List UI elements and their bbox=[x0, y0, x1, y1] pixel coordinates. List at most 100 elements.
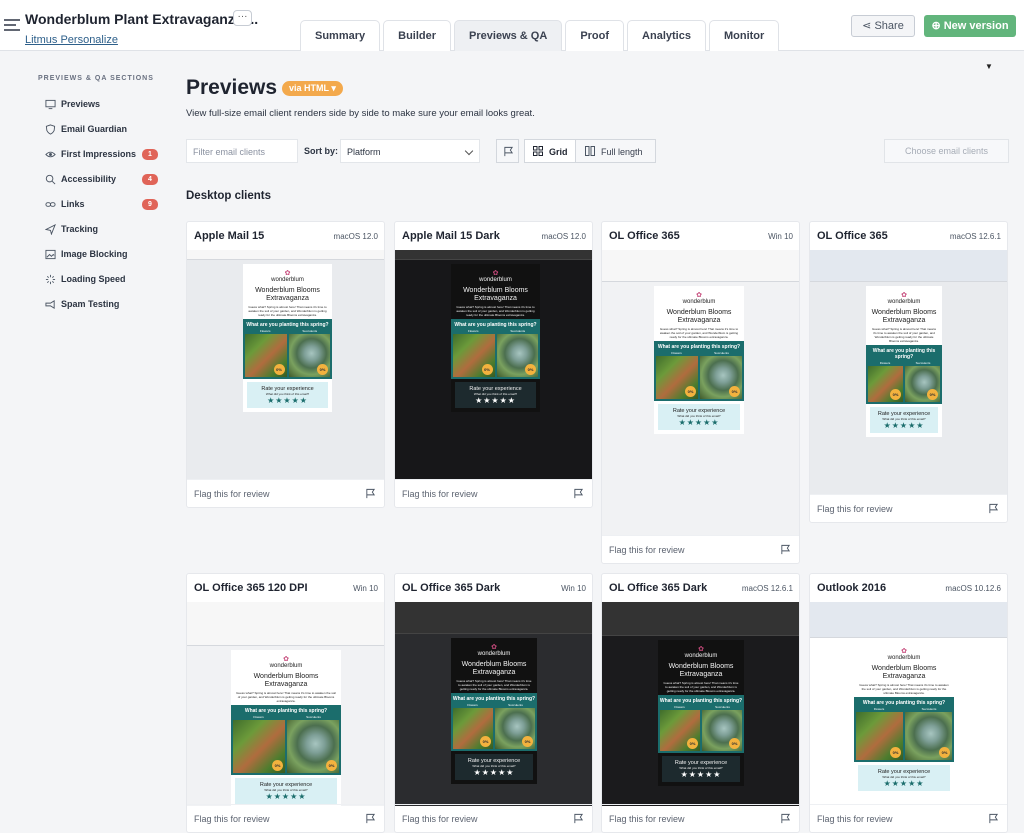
email-render-preview[interactable]: ✿ wonderblum Wonderblum Blooms Extravaganza… bbox=[810, 602, 1007, 806]
flag-icon[interactable] bbox=[780, 544, 791, 555]
sort-select[interactable]: Platform bbox=[340, 139, 480, 163]
succulents-image: 0% bbox=[495, 708, 535, 749]
client-os: Win 10 bbox=[768, 232, 793, 241]
flag-icon[interactable] bbox=[780, 813, 791, 824]
full-length-view-toggle[interactable]: Full length bbox=[576, 139, 656, 163]
filter-clients-input[interactable]: Filter email clients bbox=[186, 139, 298, 163]
star-rating: ★★★★★ bbox=[473, 768, 515, 777]
email-body-text: Guess what? Spring is almost here! That … bbox=[248, 305, 327, 317]
email-body-text: Guess what? Spring is almost here! That … bbox=[872, 327, 936, 343]
more-options-button[interactable]: ··· bbox=[233, 10, 252, 26]
headline-line-2: Extravaganza bbox=[472, 669, 516, 676]
client-preview-card[interactable]: Apple Mail 15 Dark macOS 12.0 ✿ wonderblum W… bbox=[394, 221, 593, 508]
flag-for-review-link[interactable]: Flag this for review bbox=[609, 545, 685, 555]
brand-name: wonderblum bbox=[682, 299, 716, 305]
client-name: Apple Mail 15 Dark bbox=[402, 230, 500, 242]
flag-for-review-link[interactable]: Flag this for review bbox=[194, 814, 270, 824]
email-body: ✿ wonderblum Wonderblum Blooms Extravaganza… bbox=[654, 286, 744, 434]
client-preview-card[interactable]: OL Office 365 Dark macOS 12.6.1 ✿ wonderblu… bbox=[601, 573, 800, 833]
collapse-chevron-icon[interactable]: ▼ bbox=[985, 62, 993, 71]
flag-icon[interactable] bbox=[365, 813, 376, 824]
percent-badge: 0% bbox=[525, 364, 536, 375]
tab-summary[interactable]: Summary bbox=[300, 20, 381, 51]
section-title: Desktop clients bbox=[186, 190, 271, 202]
client-preview-card[interactable]: Apple Mail 15 macOS 12.0 ✿ wonderblum Wonder… bbox=[186, 221, 385, 508]
email-headline: Wonderblum Blooms Extravaganza bbox=[243, 287, 332, 303]
flowers-image: 0% bbox=[656, 356, 698, 399]
email-render-preview[interactable]: ✿ wonderblum Wonderblum Blooms Extravaganza… bbox=[810, 250, 1007, 494]
client-preview-card[interactable]: OL Office 365 Dark Win 10 ✿ wonderblum Wonde… bbox=[394, 573, 593, 833]
sidebar-item-email-guardian[interactable]: Email Guardian bbox=[45, 121, 127, 137]
rating-block: Rate your experience What did you think o… bbox=[870, 407, 938, 433]
tab-builder[interactable]: Builder bbox=[383, 20, 452, 51]
share-button[interactable]: ⋖ Share bbox=[851, 15, 915, 37]
sort-label: Sort by: bbox=[304, 146, 339, 156]
planting-question-block: What are you planting this spring? Flower… bbox=[231, 705, 341, 775]
plant-images: 0% 0% bbox=[231, 720, 341, 775]
brand-logo: ✿ wonderblum bbox=[451, 638, 537, 657]
tab-proof[interactable]: Proof bbox=[565, 20, 625, 51]
email-render-preview[interactable]: ✿ wonderblum Wonderblum Blooms Extravaganza… bbox=[602, 602, 799, 806]
flowers-label: Flowers bbox=[467, 703, 478, 707]
client-preview-card[interactable]: OL Office 365 120 DPI Win 10 ✿ wonderblum Wo… bbox=[186, 573, 385, 833]
email-render-preview[interactable]: ✿ wonderblum Wonderblum Blooms Extravaganza… bbox=[395, 250, 592, 479]
rating-block: Rate your experience What did you think o… bbox=[662, 756, 740, 782]
flag-for-review-link[interactable]: Flag this for review bbox=[817, 504, 893, 514]
sidebar-item-image-blocking[interactable]: Image Blocking bbox=[45, 246, 128, 262]
client-preview-card[interactable]: OL Office 365 Win 10 ✿ wonderblum Wonderblum… bbox=[601, 221, 800, 564]
sort-value: Platform bbox=[347, 147, 381, 157]
tab-previews-qa[interactable]: Previews & QA bbox=[454, 20, 563, 51]
flowers-image: 0% bbox=[453, 334, 495, 377]
sidebar-item-first-impressions[interactable]: First Impressions bbox=[45, 146, 136, 162]
client-preview-card[interactable]: Outlook 2016 macOS 10.12.6 ✿ wonderblum Wond… bbox=[809, 573, 1008, 833]
plus-icon: ⊕ bbox=[931, 20, 944, 32]
client-chrome bbox=[187, 250, 384, 260]
sidebar-toggle-icon[interactable] bbox=[4, 18, 20, 32]
new-version-button[interactable]: ⊕ New version bbox=[924, 15, 1016, 37]
flag-icon[interactable] bbox=[573, 488, 584, 499]
flag-for-review-link[interactable]: Flag this for review bbox=[817, 814, 893, 824]
sidebar-item-previews[interactable]: Previews bbox=[45, 96, 100, 112]
sidebar-item-links[interactable]: Links bbox=[45, 196, 85, 212]
flag-icon[interactable] bbox=[988, 813, 999, 824]
sidebar-item-tracking[interactable]: Tracking bbox=[45, 221, 98, 237]
email-render-preview[interactable]: ✿ wonderblum Wonderblum Blooms Extravaganza… bbox=[395, 602, 592, 806]
email-body-text: Guess what? Spring is almost here! That … bbox=[659, 327, 739, 339]
grid-view-label: Grid bbox=[549, 147, 568, 157]
flag-icon[interactable] bbox=[988, 503, 999, 514]
card-header: Apple Mail 15 macOS 12.0 bbox=[187, 222, 384, 250]
choose-email-clients-button[interactable]: Choose email clients bbox=[884, 139, 1009, 163]
email-render-preview[interactable]: ✿ wonderblum Wonderblum Blooms Extravaganza… bbox=[602, 250, 799, 535]
email-render-preview[interactable]: ✿ wonderblum Wonderblum Blooms Extravaganza… bbox=[187, 250, 384, 479]
rating-block: Rate your experience What did you think o… bbox=[455, 754, 533, 780]
succulents-image: 0% bbox=[288, 334, 330, 377]
flag-for-review-link[interactable]: Flag this for review bbox=[609, 814, 685, 824]
client-chrome bbox=[810, 602, 1007, 638]
render-source-label: via HTML bbox=[289, 83, 329, 93]
flower-logo-icon: ✿ bbox=[492, 270, 499, 277]
render-source-dropdown[interactable]: via HTML ▾ bbox=[282, 81, 343, 96]
sidebar-item-spam-testing[interactable]: Spam Testing bbox=[45, 296, 119, 312]
client-preview-card[interactable]: OL Office 365 macOS 12.6.1 ✿ wonderblum Wond… bbox=[809, 221, 1008, 523]
percent-badge: 0% bbox=[729, 386, 740, 397]
flag-for-review-link[interactable]: Flag this for review bbox=[402, 814, 478, 824]
flowers-label: Flowers bbox=[873, 707, 885, 711]
brand-name: wonderblum bbox=[684, 653, 718, 659]
flowers-image: 0% bbox=[856, 712, 903, 760]
sidebar-item-loading-speed[interactable]: Loading Speed bbox=[45, 271, 126, 287]
tab-analytics[interactable]: Analytics bbox=[627, 20, 706, 51]
flag-for-review-link[interactable]: Flag this for review bbox=[194, 489, 270, 499]
flower-logo-icon: ✿ bbox=[696, 292, 702, 299]
succulents-label: Succulents bbox=[302, 329, 318, 333]
grid-view-toggle[interactable]: Grid bbox=[524, 139, 576, 163]
flag-for-review-link[interactable]: Flag this for review bbox=[402, 489, 478, 499]
percent-badge: 0% bbox=[890, 389, 901, 400]
project-subtitle-link[interactable]: Litmus Personalize bbox=[25, 34, 118, 46]
flag-filter-button[interactable] bbox=[496, 139, 519, 163]
tab-monitor[interactable]: Monitor bbox=[708, 20, 780, 51]
flag-icon[interactable] bbox=[365, 488, 376, 499]
client-name: Outlook 2016 bbox=[817, 582, 887, 594]
sidebar-item-accessibility[interactable]: Accessibility bbox=[45, 171, 116, 187]
email-render-preview[interactable]: ✿ wonderblum Wonderblum Blooms Extravaganza… bbox=[187, 602, 384, 806]
flag-icon[interactable] bbox=[573, 813, 584, 824]
